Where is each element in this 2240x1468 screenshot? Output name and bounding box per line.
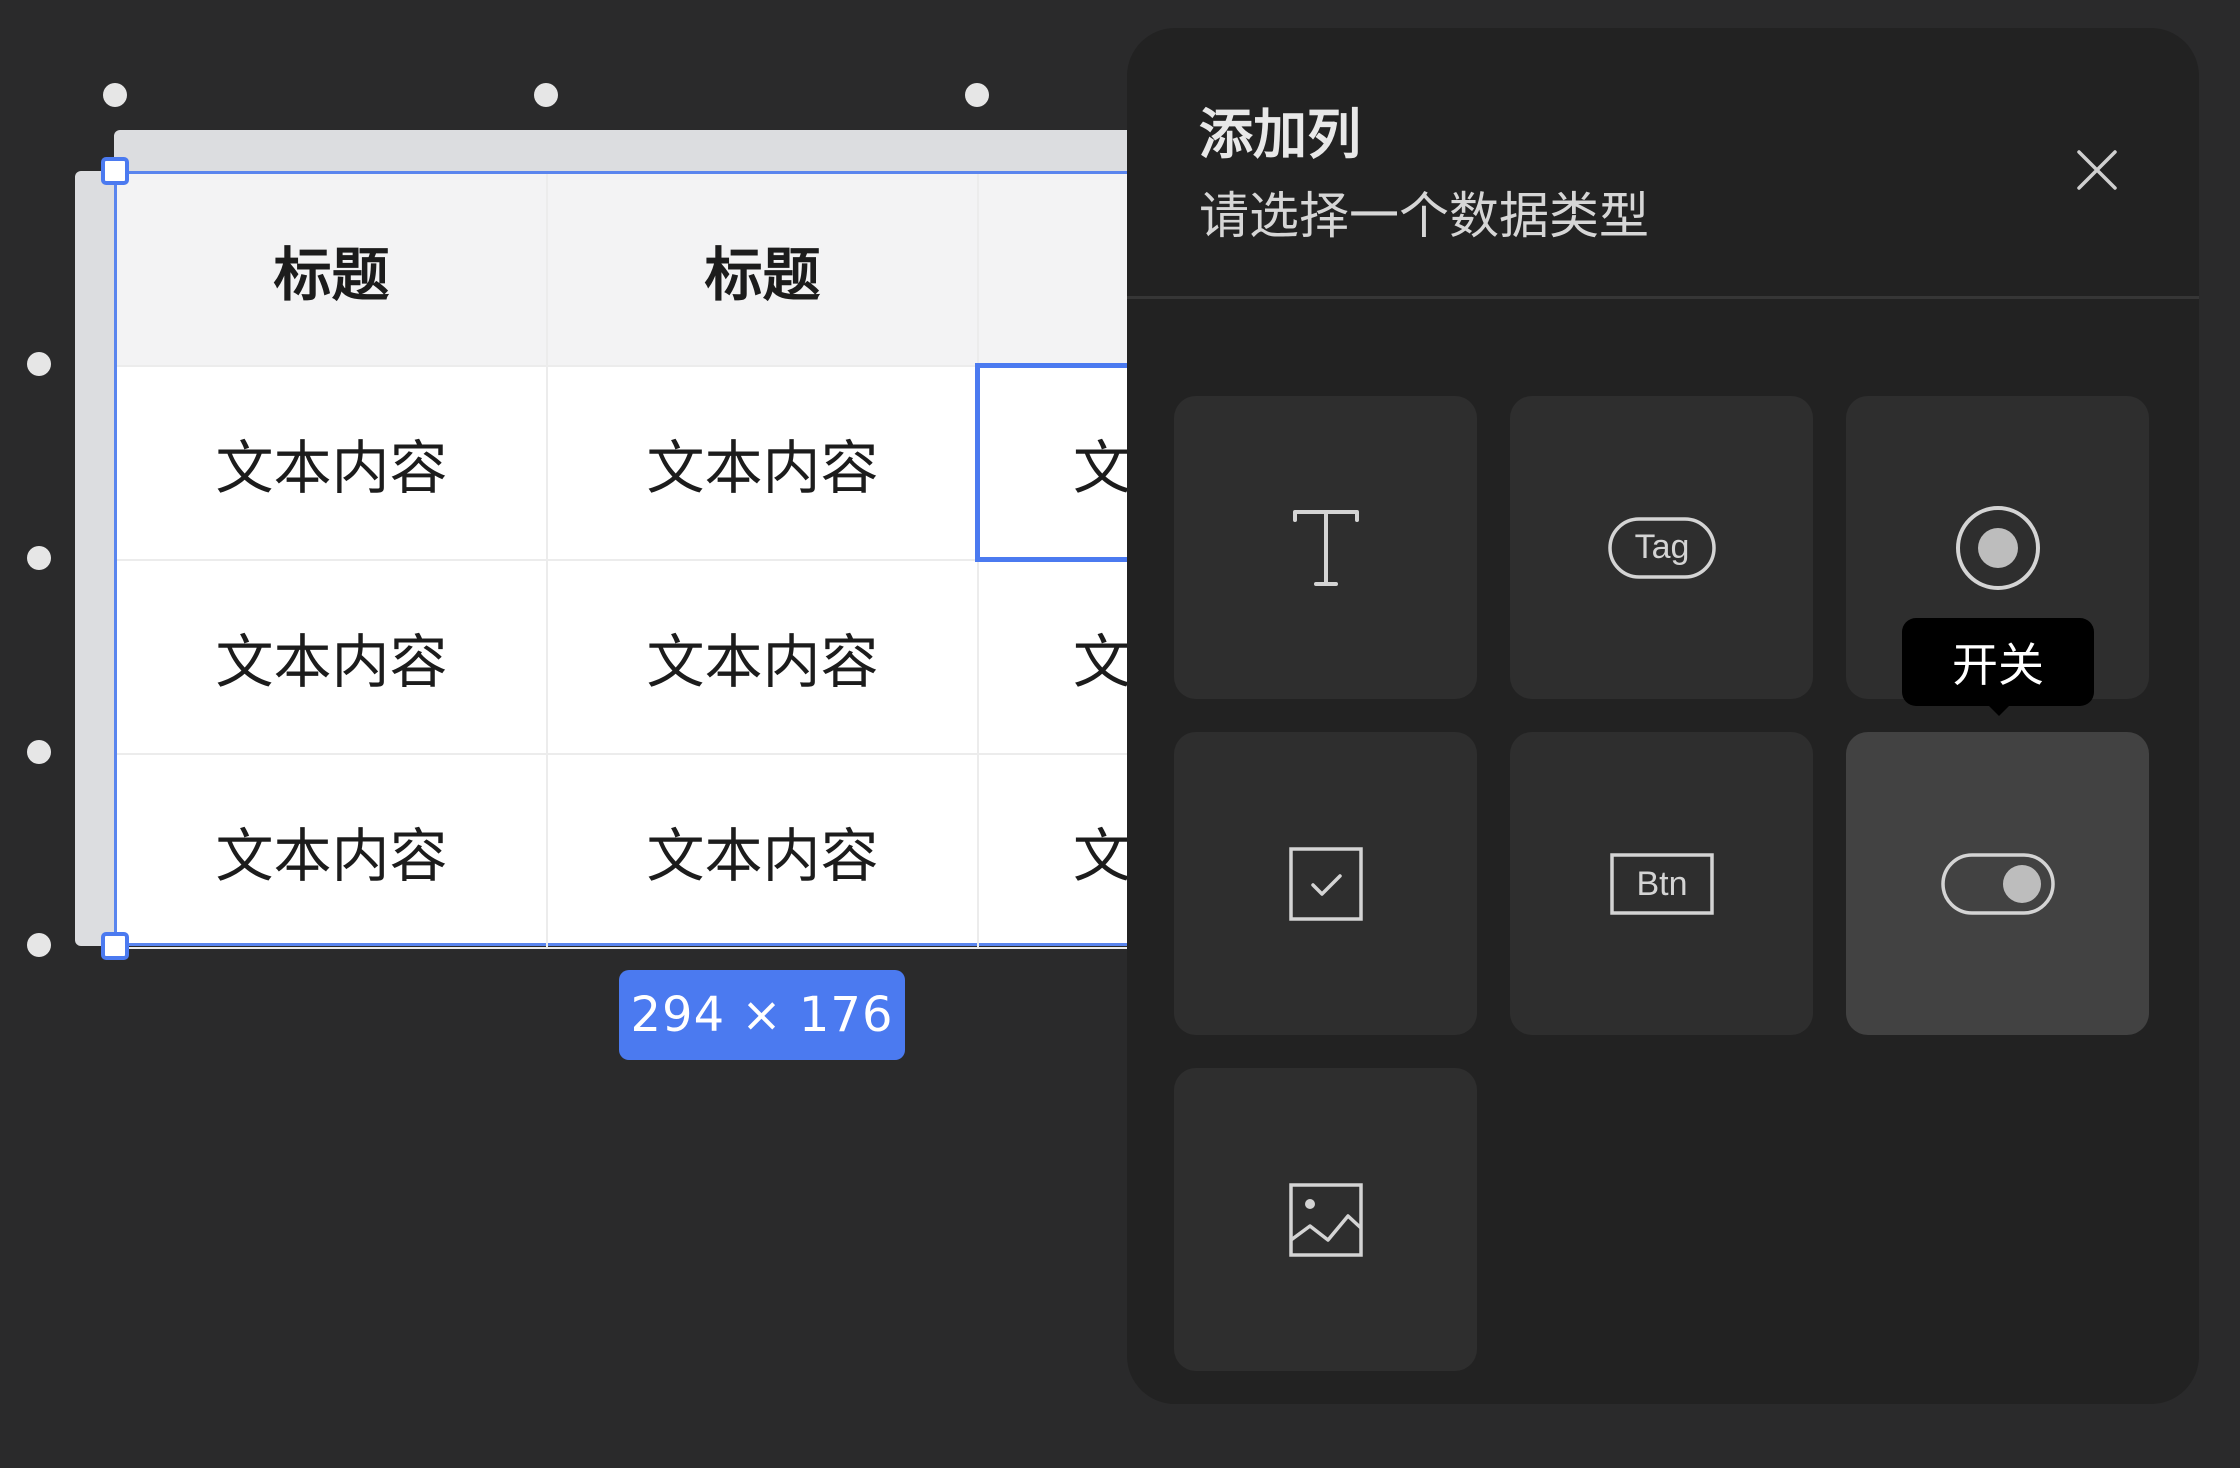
table-column-header-bar[interactable] (114, 130, 1140, 176)
column-insert-dot[interactable] (534, 83, 558, 107)
table-cell[interactable]: 文本内容 (117, 755, 548, 949)
resize-handle-bottom-left[interactable] (101, 932, 129, 960)
table-cell[interactable]: 文本内容 (548, 367, 979, 561)
column-insert-dot[interactable] (965, 83, 989, 107)
table-cell[interactable]: 文本内容 (117, 561, 548, 755)
close-button[interactable] (2059, 132, 2135, 208)
design-canvas: 标题 标题 文本内容 文本内容 文本内容 文本内容 文本内容 文本内容 文本内容… (0, 0, 2240, 1468)
tag-icon: Tag (1607, 516, 1716, 579)
image-icon (1288, 1182, 1363, 1257)
row-insert-dot[interactable] (27, 933, 51, 957)
text-type-icon (1292, 509, 1359, 586)
row-insert-dot[interactable] (27, 352, 51, 376)
row-insert-dot[interactable] (27, 546, 51, 570)
type-tile-checkbox[interactable] (1174, 732, 1477, 1035)
close-icon (2077, 150, 2117, 190)
row-insert-dot[interactable] (27, 740, 51, 764)
add-column-panel: 添加列 请选择一个数据类型 Tag Btn 开关 (1127, 28, 2199, 1404)
column-insert-dot[interactable] (103, 83, 127, 107)
panel-subtitle: 请选择一个数据类型 (1199, 187, 1649, 245)
table-header-cell[interactable]: 标题 (117, 174, 548, 367)
table-component-area: 标题 标题 文本内容 文本内容 文本内容 文本内容 文本内容 文本内容 文本内容… (0, 0, 1140, 1468)
radio-icon (1955, 505, 2040, 590)
tooltip: 开关 (1902, 618, 2094, 706)
button-icon: Btn (1609, 852, 1714, 915)
selected-cell-outline (975, 363, 1140, 562)
tooltip-arrow (1987, 704, 2011, 716)
type-tile-switch[interactable] (1846, 732, 2149, 1035)
type-tile-text[interactable] (1174, 396, 1477, 699)
table-cell[interactable]: 文本内容 (979, 561, 1140, 755)
svg-text:Tag: Tag (1634, 528, 1689, 566)
checkbox-icon (1288, 846, 1363, 921)
svg-text:Btn: Btn (1636, 865, 1687, 903)
table-header-cell[interactable] (979, 174, 1140, 367)
table-cell[interactable]: 文本内容 (117, 367, 548, 561)
type-tile-button[interactable]: Btn (1510, 732, 1813, 1035)
panel-divider (1127, 296, 2199, 299)
type-tile-tag[interactable]: Tag (1510, 396, 1813, 699)
size-badge: 294 × 176 (619, 970, 905, 1060)
panel-title: 添加列 (1199, 103, 1361, 166)
table-cell[interactable]: 文本内容 (979, 755, 1140, 949)
table-cell[interactable]: 文本内容 (548, 755, 979, 949)
toggle-switch-icon (1940, 852, 2055, 915)
resize-handle-top-left[interactable] (101, 157, 129, 185)
table-row-header-bar[interactable] (75, 171, 119, 946)
type-tile-image[interactable] (1174, 1068, 1477, 1371)
table-header-cell[interactable]: 标题 (548, 174, 979, 367)
table-cell[interactable]: 文本内容 (548, 561, 979, 755)
